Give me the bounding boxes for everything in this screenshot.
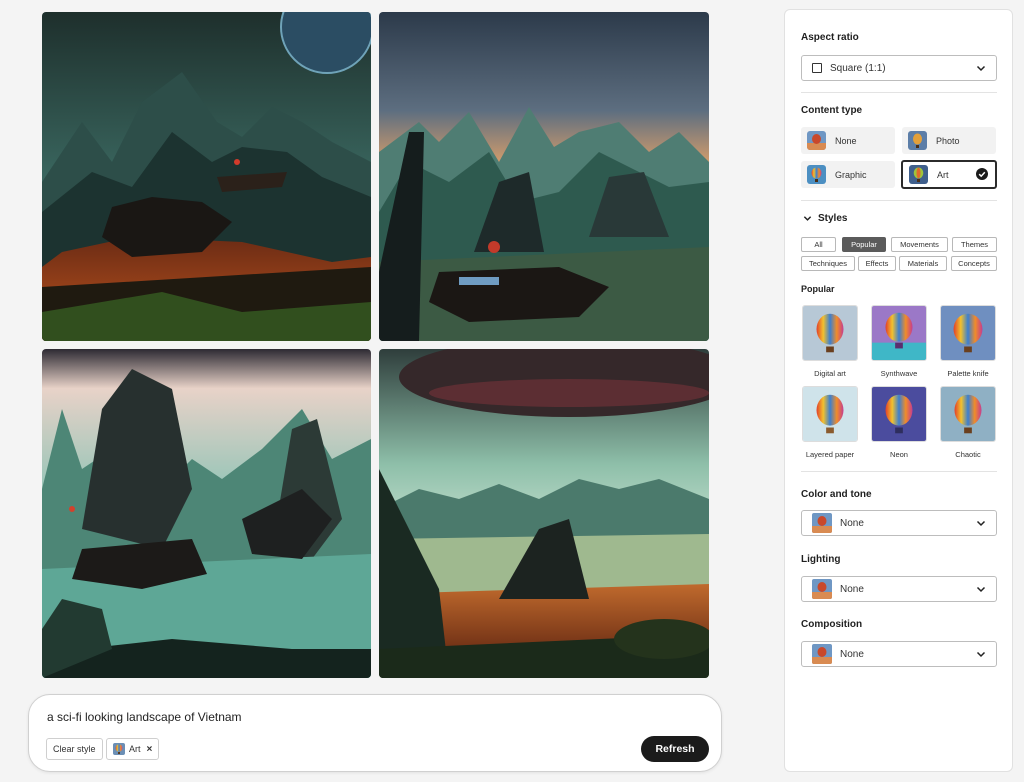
popular-section-title: Popular: [801, 284, 835, 294]
content-type-title: Content type: [801, 105, 863, 116]
composition-value: None: [840, 648, 864, 660]
checkmark-icon: [976, 168, 988, 180]
aspect-ratio-dropdown[interactable]: Square (1:1): [801, 55, 997, 81]
content-type-photo-label: Photo: [936, 135, 960, 146]
balloon-synthwave-icon: [871, 305, 927, 361]
style-card-digital-art[interactable]: Digital art: [802, 305, 858, 378]
aspect-ratio-value: Square (1:1): [830, 62, 886, 74]
color-and-tone-dropdown[interactable]: None: [801, 510, 997, 536]
lighting-dropdown[interactable]: None: [801, 576, 997, 602]
lighting-title: Lighting: [801, 554, 841, 565]
content-type-graphic-label: Graphic: [835, 169, 867, 180]
prompt-box[interactable]: a sci-fi looking landscape of Vietnam Cl…: [28, 694, 722, 772]
generated-image-4[interactable]: [379, 349, 709, 678]
divider: [801, 471, 997, 472]
prompt-input[interactable]: a sci-fi looking landscape of Vietnam: [47, 710, 242, 724]
style-card-layered-paper[interactable]: Layered paper: [802, 386, 858, 459]
settings-panel: Aspect ratio Square (1:1) Content type N…: [784, 9, 1013, 772]
balloon-neon-icon: [871, 386, 927, 442]
style-tag-themes[interactable]: Themes: [952, 237, 997, 252]
content-type-art-label: Art: [937, 169, 949, 180]
content-type-none-label: None: [835, 135, 857, 146]
color-and-tone-title: Color and tone: [801, 489, 872, 500]
style-card-label: Neon: [890, 450, 908, 459]
content-type-graphic[interactable]: Graphic: [801, 161, 895, 188]
image-grid: [42, 12, 709, 678]
style-tag-materials[interactable]: Materials: [899, 256, 947, 271]
style-card-label: Synthwave: [880, 369, 918, 378]
balloon-none-icon: [812, 513, 832, 533]
remove-chip-icon[interactable]: ×: [147, 744, 153, 755]
style-card-synthwave[interactable]: Synthwave: [871, 305, 927, 378]
balloon-art-icon: [909, 165, 928, 184]
balloon-digital-art-icon: [802, 305, 858, 361]
chevron-down-icon: [976, 520, 986, 527]
divider: [801, 200, 997, 201]
style-card-label: Layered paper: [805, 450, 855, 459]
divider: [801, 92, 997, 93]
balloon-art-icon: [113, 743, 125, 755]
balloon-none-icon: [812, 644, 832, 664]
balloon-layered-paper-icon: [802, 386, 858, 442]
style-tag-all[interactable]: All: [801, 237, 836, 252]
generated-image-2[interactable]: [379, 12, 709, 341]
refresh-button[interactable]: Refresh: [641, 736, 709, 762]
chevron-down-icon: [976, 651, 986, 658]
style-tag-effects[interactable]: Effects: [858, 256, 896, 271]
balloon-graphic-icon: [807, 165, 826, 184]
style-card-label: Palette knife: [947, 369, 989, 378]
chevron-down-icon: [976, 586, 986, 593]
chevron-down-icon: [976, 65, 986, 72]
style-tag-popular[interactable]: Popular: [842, 237, 886, 252]
aspect-ratio-title: Aspect ratio: [801, 32, 859, 43]
style-tag-techniques[interactable]: Techniques: [801, 256, 855, 271]
balloon-none-icon: [812, 579, 832, 599]
style-tag-movements[interactable]: Movements: [891, 237, 948, 252]
style-tag-concepts[interactable]: Concepts: [951, 256, 997, 271]
square-icon: [812, 63, 822, 73]
composition-title: Composition: [801, 619, 863, 630]
content-type-art[interactable]: Art: [901, 160, 997, 189]
content-type-none[interactable]: None: [801, 127, 895, 154]
art-chip-label: Art: [129, 744, 141, 754]
style-card-neon[interactable]: Neon: [871, 386, 927, 459]
generated-image-3[interactable]: [42, 349, 371, 678]
style-card-chaotic[interactable]: Chaotic: [940, 386, 996, 459]
styles-toggle[interactable]: Styles: [803, 213, 847, 224]
balloon-photo-icon: [908, 131, 927, 150]
style-card-label: Digital art: [814, 369, 846, 378]
generated-image-1[interactable]: [42, 12, 371, 341]
style-card-palette-knife[interactable]: Palette knife: [940, 305, 996, 378]
balloon-chaotic-icon: [940, 386, 996, 442]
clear-style-button[interactable]: Clear style: [46, 738, 103, 760]
clear-style-label: Clear style: [53, 744, 96, 754]
content-type-photo[interactable]: Photo: [902, 127, 996, 154]
balloon-none-icon: [807, 131, 826, 150]
balloon-palette-knife-icon: [940, 305, 996, 361]
style-card-label: Chaotic: [955, 450, 981, 459]
composition-dropdown[interactable]: None: [801, 641, 997, 667]
chevron-down-icon: [803, 216, 812, 221]
color-and-tone-value: None: [840, 517, 864, 529]
lighting-value: None: [840, 583, 864, 595]
art-style-chip[interactable]: Art ×: [106, 738, 160, 760]
styles-title: Styles: [818, 213, 848, 224]
